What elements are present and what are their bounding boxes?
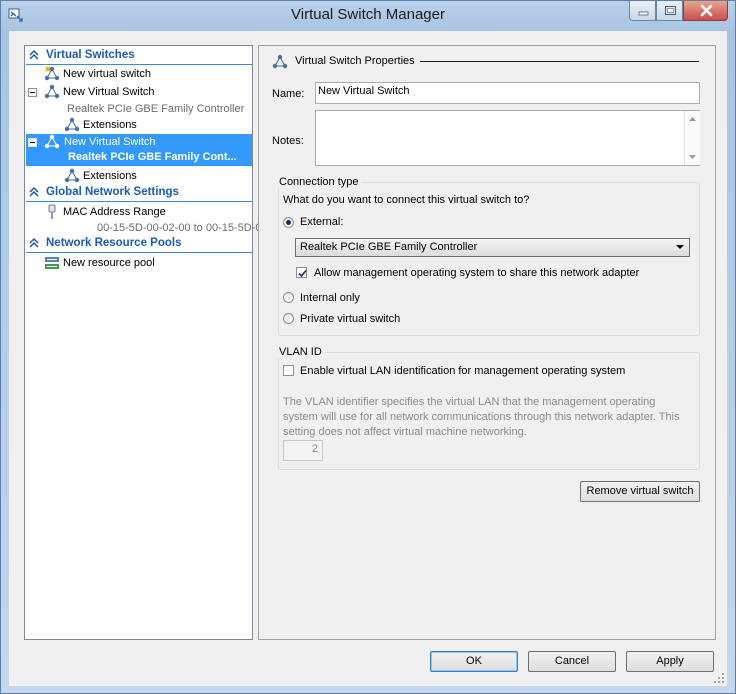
switch-adapter-subtext: Realtek PCIe GBE Family Controller bbox=[67, 103, 245, 115]
maximize-icon bbox=[665, 6, 676, 15]
notes-textarea[interactable] bbox=[315, 110, 700, 166]
section-label: Network Resource Pools bbox=[46, 237, 182, 249]
tree-item-virtual-switch-2-selected[interactable]: New Virtual Switch Realtek PCIe GBE Fami… bbox=[26, 134, 252, 166]
virtual-switch-manager-window: Virtual Switch Manager Virtual Switches … bbox=[0, 0, 736, 694]
allow-management-label[interactable]: Allow management operating system to sha… bbox=[314, 267, 639, 279]
collapse-minus-icon[interactable] bbox=[28, 138, 37, 147]
name-input[interactable]: New Virtual Switch bbox=[315, 82, 700, 104]
checkmark-icon bbox=[298, 269, 307, 278]
section-network-resource-pools[interactable]: Network Resource Pools bbox=[26, 236, 252, 253]
connection-type-title: Connection type bbox=[277, 176, 361, 188]
dropdown-arrow-icon bbox=[676, 245, 684, 249]
scroll-down-icon bbox=[689, 155, 696, 159]
private-switch-radio[interactable] bbox=[283, 313, 294, 324]
mac-address-icon bbox=[48, 204, 56, 219]
properties-panel: Virtual Switch Properties Name: New Virt… bbox=[258, 45, 716, 640]
internal-only-radio[interactable] bbox=[283, 292, 294, 303]
close-icon bbox=[700, 4, 713, 17]
window-title: Virtual Switch Manager bbox=[291, 6, 445, 23]
navigation-tree: Virtual Switches New virtual switch New … bbox=[24, 45, 271, 640]
enable-vlan-label[interactable]: Enable virtual LAN identification for ma… bbox=[300, 365, 625, 377]
notes-scrollbar[interactable] bbox=[684, 111, 700, 165]
remove-virtual-switch-button[interactable]: Remove virtual switch bbox=[580, 481, 700, 502]
connection-question: What do you want to connect this virtual… bbox=[283, 194, 530, 206]
header-divider bbox=[420, 61, 699, 62]
tree-item-label: New Virtual Switch bbox=[64, 136, 156, 148]
collapse-chevron-icon bbox=[29, 237, 39, 248]
collapse-chevron-icon bbox=[29, 186, 39, 197]
collapse-chevron-icon bbox=[29, 49, 39, 60]
tree-item-label: New virtual switch bbox=[63, 68, 152, 80]
apply-button[interactable]: Apply bbox=[626, 651, 714, 672]
section-virtual-switches[interactable]: Virtual Switches bbox=[26, 48, 252, 65]
extensions-icon bbox=[64, 117, 80, 132]
resize-grip-icon[interactable] bbox=[713, 672, 725, 684]
maximize-button[interactable] bbox=[656, 1, 683, 21]
tree-item-label: New Virtual Switch bbox=[63, 86, 155, 98]
resource-pool-icon bbox=[45, 257, 59, 269]
add-switch-icon bbox=[44, 66, 60, 81]
external-radio[interactable] bbox=[283, 217, 294, 228]
vlan-description: The VLAN identifier specifies the virtua… bbox=[283, 396, 680, 438]
notes-label: Notes: bbox=[272, 135, 304, 147]
selected-adapter: Realtek PCIe GBE Family Controller bbox=[300, 241, 478, 253]
dialog-client-area: Virtual Switches New virtual switch New … bbox=[9, 31, 727, 686]
enable-vlan-checkbox[interactable] bbox=[283, 365, 294, 376]
section-global-network-settings[interactable]: Global Network Settings bbox=[26, 185, 252, 202]
name-label: Name: bbox=[272, 88, 305, 100]
internal-only-label[interactable]: Internal only bbox=[300, 292, 360, 304]
extensions-icon bbox=[64, 168, 80, 183]
tree-item-label: New resource pool bbox=[63, 257, 155, 269]
scroll-up-icon bbox=[689, 117, 696, 121]
cancel-button[interactable]: Cancel bbox=[528, 651, 616, 672]
section-label: Global Network Settings bbox=[46, 186, 179, 198]
tree-item-label: Extensions bbox=[83, 119, 137, 131]
minimize-button[interactable] bbox=[629, 1, 656, 21]
switch-adapter-subtext: Realtek PCIe GBE Family Cont... bbox=[68, 151, 237, 163]
minimize-icon bbox=[638, 11, 649, 16]
external-label[interactable]: External: bbox=[300, 216, 343, 228]
tree-item-label: MAC Address Range bbox=[63, 206, 166, 218]
panel-header: Virtual Switch Properties bbox=[295, 55, 415, 67]
title-bar[interactable]: Virtual Switch Manager bbox=[1, 1, 735, 31]
private-switch-label[interactable]: Private virtual switch bbox=[300, 313, 400, 325]
external-adapter-select[interactable]: Realtek PCIe GBE Family Controller bbox=[295, 238, 690, 257]
network-switch-icon bbox=[44, 84, 60, 99]
ok-button[interactable]: OK bbox=[430, 651, 518, 672]
section-label: Virtual Switches bbox=[46, 49, 135, 61]
network-switch-icon bbox=[272, 54, 288, 69]
allow-management-checkbox[interactable] bbox=[296, 267, 307, 278]
vlan-id-input[interactable]: 2 bbox=[283, 440, 323, 461]
collapse-minus-icon[interactable] bbox=[28, 88, 37, 97]
tree-item-label: Extensions bbox=[83, 170, 137, 182]
network-switch-icon bbox=[44, 134, 60, 149]
vlan-title: VLAN ID bbox=[277, 346, 324, 358]
mac-address-range-value: 00-15-5D-00-02-00 to 00-15-5D-0... bbox=[97, 222, 271, 234]
close-button[interactable] bbox=[683, 1, 728, 21]
